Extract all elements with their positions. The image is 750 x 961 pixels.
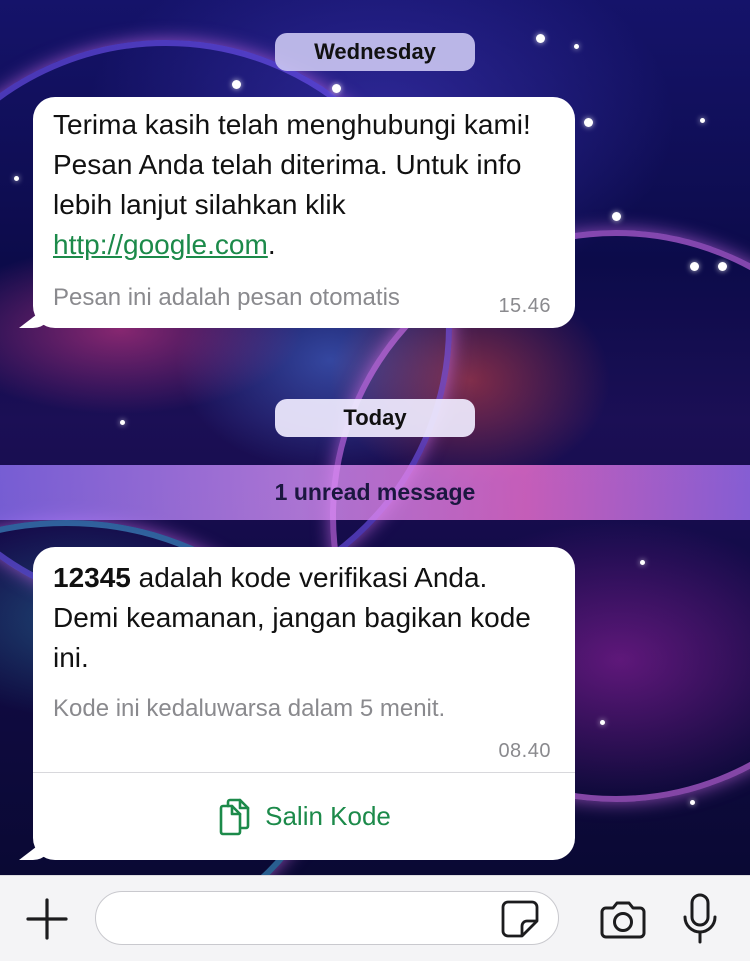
wallpaper-star (690, 262, 699, 271)
sticker-icon[interactable] (500, 899, 540, 939)
message-input[interactable] (95, 891, 559, 945)
verification-code: 12345 (53, 562, 131, 593)
message-text: Terima kasih telah menghubungi kami! Pes… (53, 105, 557, 265)
message-text-part: . (267, 229, 276, 260)
wallpaper-star (700, 118, 705, 123)
wallpaper-star (640, 560, 645, 565)
wallpaper-star (690, 800, 695, 805)
code-expiry-note: Kode ini kedaluwarsa dalam 5 menit. (53, 695, 446, 722)
message-text-part: Terima kasih telah menghubungi kami! Pes… (53, 109, 531, 220)
copy-code-label: Salin Kode (265, 801, 391, 831)
message-composer (0, 875, 750, 961)
message-link[interactable]: http://google.com (53, 229, 268, 260)
wallpaper-star (332, 84, 341, 93)
message-timestamp: 08.40 (498, 740, 551, 762)
plus-icon[interactable] (26, 898, 68, 940)
message-timestamp: 15.46 (498, 295, 551, 317)
unread-messages-banner: 1 unread message (0, 465, 750, 520)
incoming-message-bubble[interactable]: Terima kasih telah menghubungi kami! Pes… (19, 97, 575, 328)
copy-code-button[interactable]: Salin Kode (33, 773, 575, 860)
wallpaper-star (574, 44, 579, 49)
wallpaper-star (612, 212, 621, 221)
copy-icon (217, 798, 251, 836)
wallpaper-star (718, 262, 727, 271)
microphone-icon[interactable] (682, 893, 718, 945)
wallpaper-star (120, 420, 125, 425)
wallpaper-star (584, 118, 593, 127)
date-separator-today: Today (275, 399, 475, 437)
wallpaper-star (232, 80, 241, 89)
incoming-message-bubble[interactable]: 12345 adalah kode verifikasi Anda. Demi … (19, 547, 575, 860)
wallpaper-star (600, 720, 605, 725)
camera-icon[interactable] (598, 900, 648, 940)
wallpaper-star (536, 34, 545, 43)
wallpaper-star (14, 176, 19, 181)
date-separator-wednesday: Wednesday (275, 33, 475, 71)
auto-message-note: Pesan ini adalah pesan otomatis (53, 284, 400, 311)
message-text: 12345 adalah kode verifikasi Anda. Demi … (53, 558, 557, 678)
